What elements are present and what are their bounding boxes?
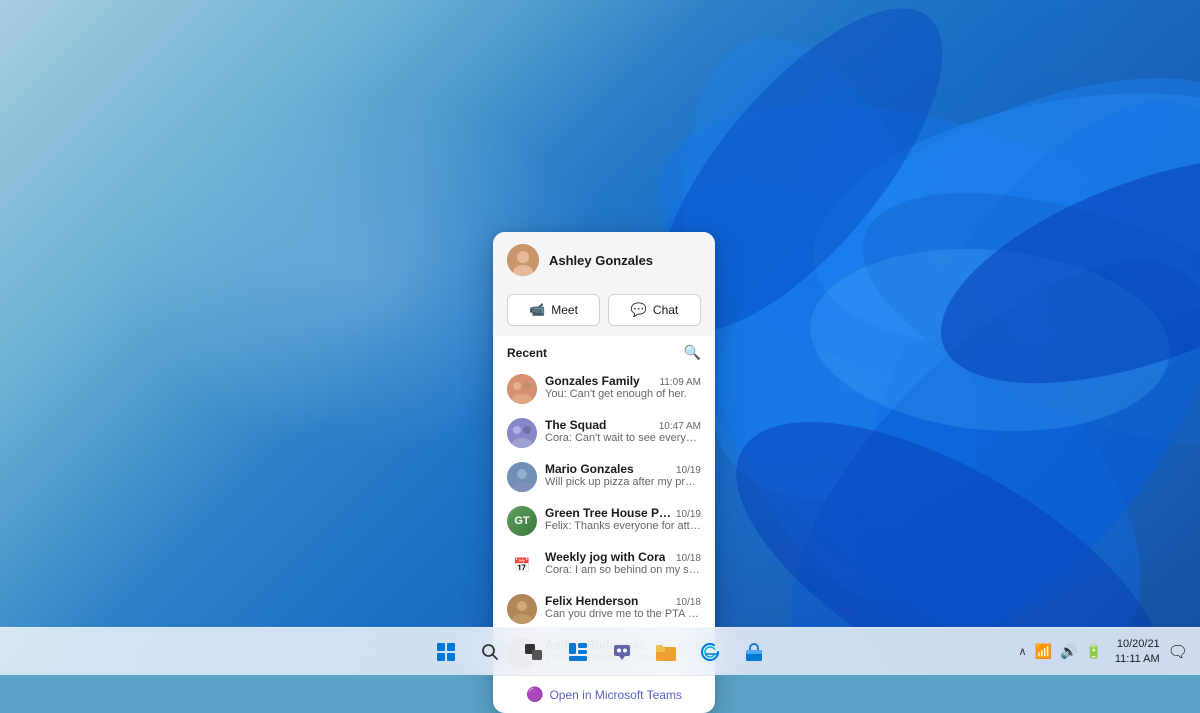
battery-icon[interactable]: 🔋 [1085,643,1102,660]
wallpaper-flower [350,0,1200,675]
list-item[interactable]: 📅 Weekly jog with Cora 10/18 Cora: I am … [493,543,715,587]
chat-name: Weekly jog with Cora [545,550,665,564]
chat-preview: Felix: Thanks everyone for attending tod… [545,520,701,532]
recent-header: Recent 🔍 [493,336,715,367]
chat-name: The Squad [545,418,606,432]
chat-time: 10/19 [676,509,701,520]
chat-content: Felix Henderson 10/18 Can you drive me t… [545,594,701,620]
chat-content: Green Tree House PTA 10/19 Felix: Thanks… [545,506,701,532]
chat-preview: Will pick up pizza after my practice. [545,476,701,488]
taskbar-center [426,632,774,672]
system-tray: ∧ 📶 🔊 🔋 [1010,643,1110,660]
avatar [507,462,537,492]
chat-content: The Squad 10:47 AM Cora: Can't wait to s… [545,418,701,444]
chat-preview: Cora: I am so behind on my step goals. [545,564,701,576]
chat-time: 11:09 AM [659,377,701,388]
list-item[interactable]: Felix Henderson 10/18 Can you drive me t… [493,587,715,631]
avatar [507,418,537,448]
taskbar-chat-button[interactable] [602,632,642,672]
chat-name: Felix Henderson [545,594,638,608]
recent-label: Recent [507,346,547,360]
notification-icon[interactable]: 🗨 [1168,642,1188,662]
chat-icon: 💬 [631,302,647,318]
wifi-icon[interactable]: 📶 [1035,643,1052,660]
chat-button[interactable]: 💬 Chat [608,294,701,326]
taskbar-widgets-button[interactable] [558,632,598,672]
avatar: 📅 [507,550,537,580]
taskbar-start-button[interactable] [426,632,466,672]
volume-icon[interactable]: 🔊 [1060,643,1077,660]
list-item[interactable]: GT Green Tree House PTA 10/19 Felix: Tha… [493,499,715,543]
time-display: 11:11 AM [1115,652,1160,666]
chat-name: Green Tree House PTA [545,506,672,520]
list-item[interactable]: Mario Gonzales 10/19 Will pick up pizza … [493,455,715,499]
meet-label: Meet [551,303,578,317]
open-teams-label: Open in Microsoft Teams [549,688,682,702]
chevron-up-icon[interactable]: ∧ [1018,645,1026,658]
datetime-display[interactable]: 10/20/21 11:11 AM [1115,637,1160,666]
chat-label: Chat [653,303,678,317]
chat-time: 10/18 [676,553,701,564]
recent-search-icon[interactable]: 🔍 [684,344,701,361]
taskbar-explorer-button[interactable] [646,632,686,672]
chat-preview: You: Can't get enough of her. [545,388,701,400]
chat-preview: Cora: Can't wait to see everyone! [545,432,701,444]
action-buttons: 📹 Meet 💬 Chat [493,286,715,336]
taskbar: ∧ 📶 🔊 🔋 10/20/21 11:11 AM 🗨 [0,627,1200,675]
meet-button[interactable]: 📹 Meet [507,294,600,326]
chat-content: Gonzales Family 11:09 AM You: Can't get … [545,374,701,400]
taskbar-store-button[interactable] [734,632,774,672]
avatar [507,374,537,404]
avatar [507,594,537,624]
taskbar-taskview-button[interactable] [514,632,554,672]
chat-name: Mario Gonzales [545,462,634,476]
chat-time: 10/18 [676,597,701,608]
chat-time: 10:47 AM [659,421,701,432]
taskbar-search-button[interactable] [470,632,510,672]
teams-logo-icon: 🟣 [526,686,543,703]
user-avatar [507,244,539,276]
chat-name: Gonzales Family [545,374,640,388]
chat-preview: Can you drive me to the PTA today? [545,608,701,620]
list-item[interactable]: The Squad 10:47 AM Cora: Can't wait to s… [493,411,715,455]
chat-time: 10/19 [676,465,701,476]
user-name: Ashley Gonzales [549,253,653,268]
taskbar-edge-button[interactable] [690,632,730,672]
chat-content: Mario Gonzales 10/19 Will pick up pizza … [545,462,701,488]
open-teams-footer[interactable]: 🟣 Open in Microsoft Teams [493,675,715,713]
avatar: GT [507,506,537,536]
date-display: 10/20/21 [1115,637,1160,651]
chat-content: Weekly jog with Cora 10/18 Cora: I am so… [545,550,701,576]
taskbar-right: ∧ 📶 🔊 🔋 10/20/21 11:11 AM 🗨 [1010,637,1192,666]
meet-icon: 📹 [529,302,545,318]
user-header: Ashley Gonzales [493,232,715,286]
list-item[interactable]: Gonzales Family 11:09 AM You: Can't get … [493,367,715,411]
